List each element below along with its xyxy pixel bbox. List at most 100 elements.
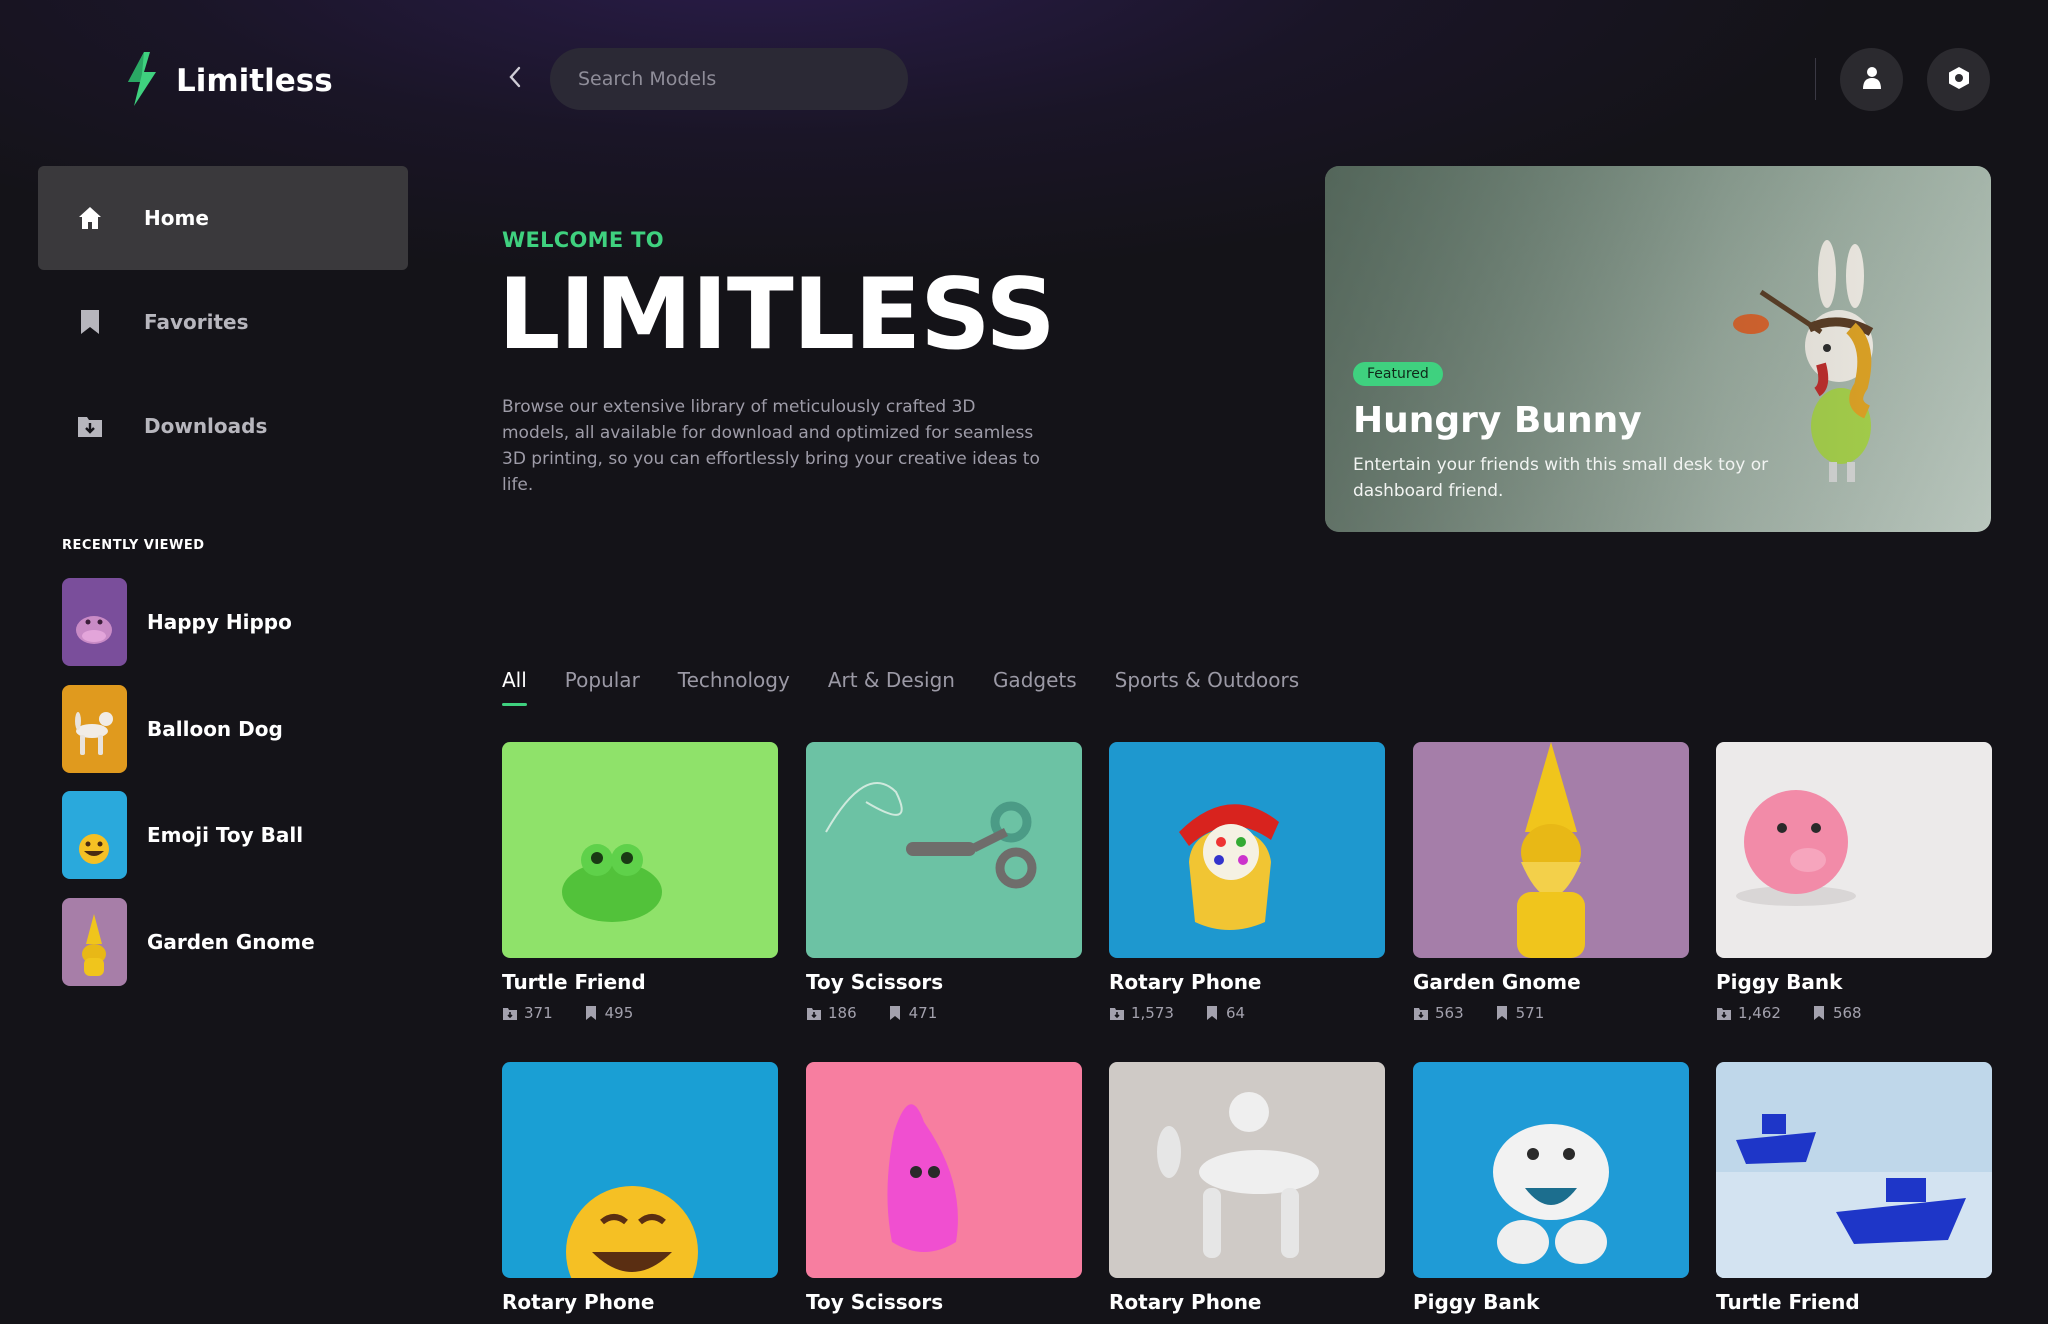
hero-eyebrow: WELCOME TO: [502, 228, 664, 252]
bookmark-icon: [1494, 1005, 1510, 1021]
save-count: 571: [1515, 1004, 1545, 1022]
model-title: Toy Scissors: [806, 970, 944, 994]
tab-gadgets[interactable]: Gadgets: [993, 668, 1077, 706]
model-thumbnail: [1109, 742, 1385, 958]
recently-viewed-heading: RECENTLY VIEWED: [62, 538, 205, 553]
model-card[interactable]: Rotary Phone 1,573 64: [1109, 742, 1385, 1022]
recent-item[interactable]: Happy Hippo: [62, 578, 292, 666]
app-logo[interactable]: Limitless: [124, 52, 333, 110]
model-card[interactable]: Rotary Phone: [1109, 1062, 1385, 1314]
back-button[interactable]: [500, 64, 530, 94]
model-title: Turtle Friend: [502, 970, 646, 994]
download-count: 563: [1435, 1004, 1464, 1022]
model-title: Toy Scissors: [806, 1290, 944, 1314]
nav-item-downloads[interactable]: Downloads: [38, 374, 408, 478]
tab-popular[interactable]: Popular: [565, 668, 640, 706]
recent-item[interactable]: Balloon Dog: [62, 685, 283, 773]
download-icon: [1109, 1005, 1125, 1021]
featured-badge: Featured: [1353, 362, 1443, 386]
model-title: Rotary Phone: [1109, 1290, 1262, 1314]
model-thumbnail: [806, 1062, 1082, 1278]
model-stats: 186 471: [806, 1004, 1082, 1022]
model-stats: 563 571: [1413, 1004, 1689, 1022]
recent-label: Balloon Dog: [147, 717, 283, 741]
download-icon: [502, 1005, 518, 1021]
model-stats: 371 495: [502, 1004, 778, 1022]
nav-item-favorites[interactable]: Favorites: [38, 270, 408, 374]
model-title: Turtle Friend: [1716, 1290, 1860, 1314]
hexagon-settings-icon: [1948, 66, 1970, 94]
recent-label: Happy Hippo: [147, 610, 292, 634]
model-title: Rotary Phone: [1109, 970, 1262, 994]
tab-art-design[interactable]: Art & Design: [828, 668, 955, 706]
profile-button[interactable]: [1840, 48, 1903, 111]
download-count: 1,462: [1738, 1004, 1781, 1022]
model-thumbnail: [502, 1062, 778, 1278]
model-card[interactable]: Toy Scissors 186 471: [806, 742, 1082, 1022]
model-card[interactable]: Toy Scissors: [806, 1062, 1082, 1314]
model-card[interactable]: Piggy Bank: [1413, 1062, 1689, 1314]
download-icon: [806, 1005, 822, 1021]
download-icon: [1413, 1005, 1429, 1021]
recent-label: Garden Gnome: [147, 930, 315, 954]
model-thumbnail: [1109, 1062, 1385, 1278]
bookmark-icon: [583, 1005, 599, 1021]
chevron-left-icon: [508, 66, 522, 92]
nav-label-downloads: Downloads: [144, 414, 268, 438]
recent-thumb-balloon-dog: [62, 685, 127, 773]
recent-thumb-emoji-toy-ball: [62, 791, 127, 879]
download-count: 1,573: [1131, 1004, 1174, 1022]
model-thumbnail: [1413, 742, 1689, 958]
save-count: 495: [604, 1004, 634, 1022]
header-divider: [1815, 58, 1816, 100]
featured-title: Hungry Bunny: [1353, 400, 1642, 441]
model-card[interactable]: Rotary Phone: [502, 1062, 778, 1314]
app-name: Limitless: [176, 63, 333, 99]
tab-sports-outdoors[interactable]: Sports & Outdoors: [1115, 668, 1300, 706]
model-thumbnail: [1716, 1062, 1992, 1278]
save-count: 471: [908, 1004, 938, 1022]
save-count: 64: [1225, 1004, 1246, 1022]
recent-item[interactable]: Emoji Toy Ball: [62, 791, 303, 879]
model-thumbnail: [1716, 742, 1992, 958]
hero-description: Browse our extensive library of meticulo…: [502, 397, 1040, 495]
model-card[interactable]: Garden Gnome 563 571: [1413, 742, 1689, 1022]
user-icon: [1862, 66, 1882, 94]
model-title: Rotary Phone: [502, 1290, 655, 1314]
featured-card[interactable]: Featured Hungry Bunny Entertain your fri…: [1325, 166, 1991, 532]
tab-technology[interactable]: Technology: [678, 668, 790, 706]
home-icon: [76, 204, 104, 232]
model-title: Piggy Bank: [1413, 1290, 1540, 1314]
recent-label: Emoji Toy Ball: [147, 823, 304, 847]
model-stats: 1,573 64: [1109, 1004, 1385, 1022]
recent-thumb-garden-gnome: [62, 898, 127, 986]
recent-thumb-happy-hippo: [62, 578, 127, 666]
nav-label-home: Home: [144, 206, 209, 230]
search-input[interactable]: [550, 48, 908, 110]
model-thumbnail: [806, 742, 1082, 958]
download-count: 371: [524, 1004, 553, 1022]
model-thumbnail: [1413, 1062, 1689, 1278]
category-tabs: All Popular Technology Art & Design Gadg…: [502, 668, 1337, 706]
sidebar: Limitless Home Favorites Downloads RECEN…: [0, 0, 460, 1324]
bookmark-icon: [76, 308, 104, 336]
model-title: Piggy Bank: [1716, 970, 1843, 994]
nav-item-home[interactable]: Home: [38, 166, 408, 270]
model-card[interactable]: Turtle Friend 371 495: [502, 742, 778, 1022]
settings-button[interactable]: [1927, 48, 1990, 111]
model-card[interactable]: Piggy Bank 1,462 568: [1716, 742, 1992, 1022]
tab-all[interactable]: All: [502, 668, 527, 706]
save-count: 568: [1832, 1004, 1862, 1022]
download-count: 186: [828, 1004, 857, 1022]
model-thumbnail: [502, 742, 778, 958]
nav-label-favorites: Favorites: [144, 310, 249, 334]
download-icon: [1716, 1005, 1732, 1021]
hero-title: LIMITLESS: [498, 258, 1056, 372]
recent-item[interactable]: Garden Gnome: [62, 898, 315, 986]
model-stats: 1,462 568: [1716, 1004, 1992, 1022]
model-card[interactable]: Turtle Friend: [1716, 1062, 1992, 1314]
featured-description: Entertain your friends with this small d…: [1353, 455, 1769, 501]
download-icon: [76, 412, 104, 440]
bookmark-icon: [1811, 1005, 1827, 1021]
model-title: Garden Gnome: [1413, 970, 1581, 994]
